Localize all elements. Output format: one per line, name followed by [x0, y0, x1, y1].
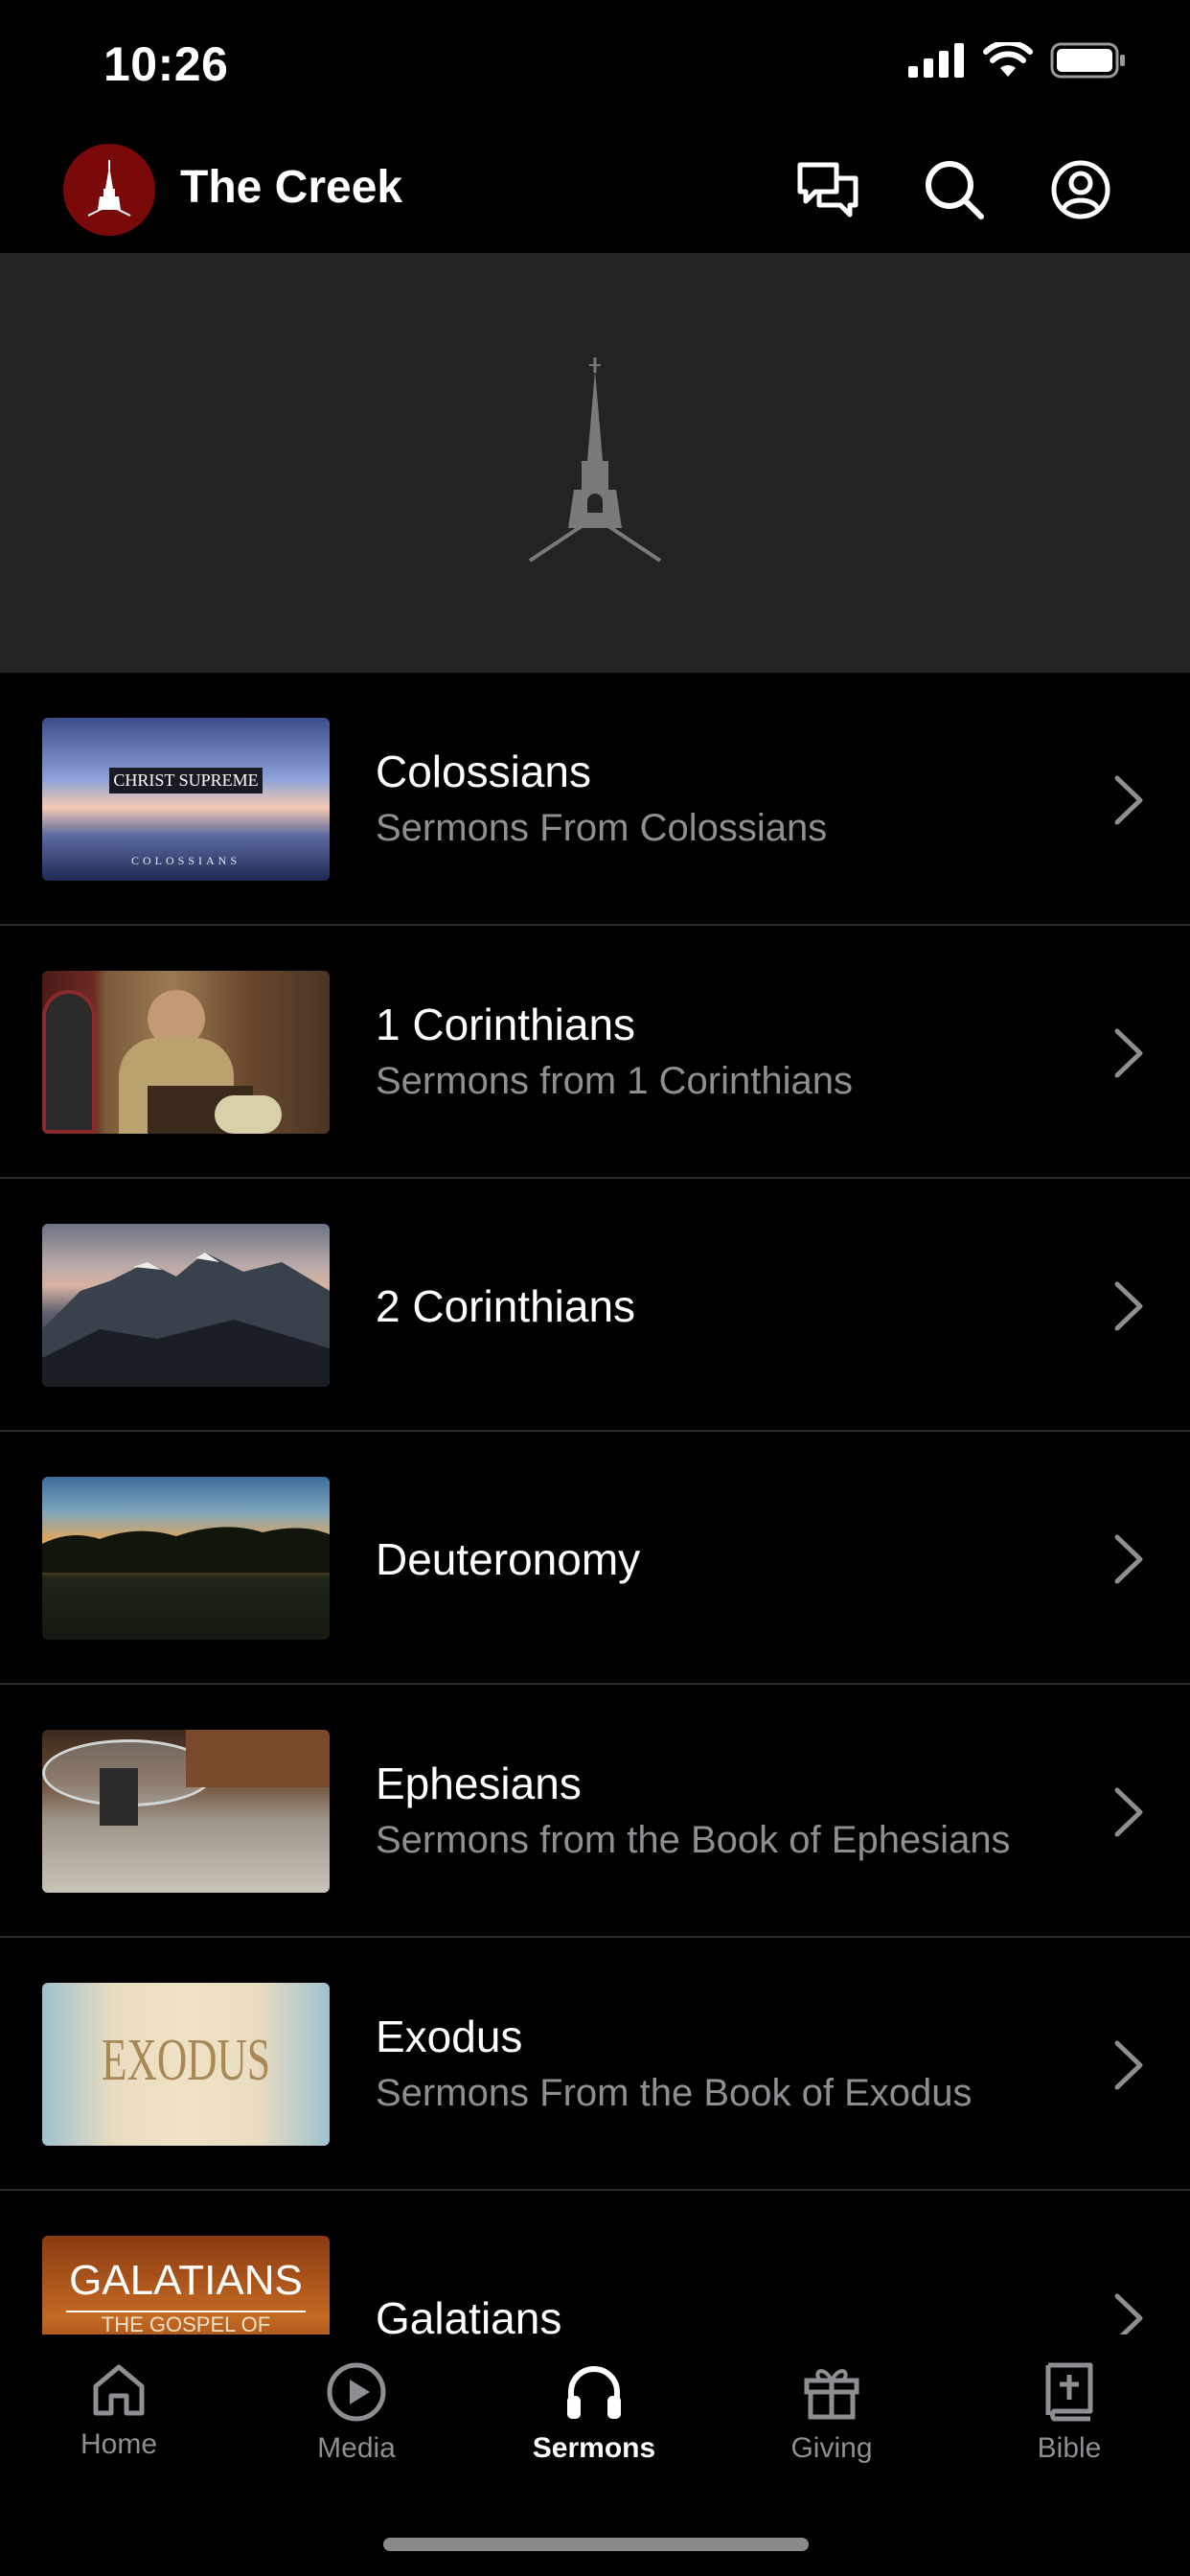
series-subtitle: Sermons from the Book of Ephesians: [376, 1819, 1011, 1861]
sermon-series-row-deuteronomy[interactable]: Deuteronomy: [0, 1432, 1190, 1685]
sermon-series-list: CHRIST SUPREME COLOSSIANS Colossians Ser…: [0, 673, 1190, 2334]
chevron-right-icon: [1114, 2293, 1143, 2334]
chat-button[interactable]: [793, 155, 862, 224]
play-icon: [327, 2362, 386, 2422]
status-time: 10:26: [103, 37, 229, 91]
series-subtitle: Sermons From Colossians: [376, 807, 828, 849]
thumbnail-title-text: EXODUS: [101, 2028, 271, 2093]
chevron-right-icon: [1114, 2040, 1143, 2090]
series-thumbnail-galatians: GALATIANS THE GOSPEL OF GRACE: [42, 2236, 330, 2334]
sermon-series-row-exodus[interactable]: EXODUS Exodus Sermons From the Book of E…: [0, 1938, 1190, 2191]
tab-sermons[interactable]: Sermons: [498, 2361, 690, 2465]
series-title: 2 Corinthians: [376, 1281, 636, 1331]
tab-label: Giving: [790, 2432, 873, 2464]
profile-button[interactable]: [1046, 155, 1115, 224]
home-icon: [93, 2364, 145, 2416]
tab-label: Bible: [1037, 2432, 1102, 2464]
sermon-series-row-colossians[interactable]: CHRIST SUPREME COLOSSIANS Colossians Ser…: [0, 673, 1190, 926]
app-header: The Creek: [0, 130, 1190, 253]
chevron-right-icon: [1114, 1028, 1143, 1078]
chevron-right-icon: [1114, 1787, 1143, 1837]
tab-giving[interactable]: Giving: [736, 2361, 927, 2465]
series-subtitle: Sermons From the Book of Exodus: [376, 2072, 973, 2114]
sermon-series-row-1-corinthians[interactable]: 1 Corinthians Sermons from 1 Corinthians: [0, 926, 1190, 1179]
status-bar: 10:26: [0, 0, 1190, 130]
tab-label: Sermons: [532, 2432, 656, 2464]
series-thumbnail-1-corinthians: [42, 971, 330, 1134]
series-thumbnail-ephesians: [42, 1730, 330, 1893]
search-icon: [926, 161, 984, 219]
thumbnail-title-text: GALATIANS: [69, 2257, 303, 2304]
chevron-right-icon: [1114, 775, 1143, 825]
chevron-right-icon: [1114, 1534, 1143, 1584]
series-thumbnail-colossians: CHRIST SUPREME COLOSSIANS: [42, 718, 330, 881]
thumbnail-subtitle-text: COLOSSIANS: [130, 854, 240, 867]
series-title: 1 Corinthians: [376, 1000, 636, 1049]
steeple-icon: [528, 357, 662, 563]
wifi-icon: [983, 42, 1033, 77]
gift-icon: [804, 2369, 859, 2420]
tab-label: Home: [80, 2428, 158, 2460]
church-banner: [0, 253, 1190, 673]
series-title: Galatians: [376, 2293, 562, 2334]
chevron-right-icon: [1114, 1281, 1143, 1331]
tab-media[interactable]: Media: [261, 2361, 452, 2465]
church-logo[interactable]: [63, 144, 155, 236]
series-title: Exodus: [376, 2012, 523, 2061]
series-title: Deuteronomy: [376, 1534, 641, 1584]
steeple-logo-icon: [87, 160, 131, 217]
tab-home[interactable]: Home: [23, 2361, 215, 2461]
series-thumbnail-2-corinthians: [42, 1224, 330, 1387]
status-icons: [908, 42, 1127, 79]
headphones-icon: [567, 2366, 621, 2419]
home-indicator: [383, 2538, 809, 2551]
bible-icon: [1045, 2362, 1093, 2422]
series-title: Colossians: [376, 747, 591, 796]
thumbnail-title-text: CHRIST SUPREME: [109, 768, 263, 794]
series-thumbnail-deuteronomy: [42, 1477, 330, 1640]
sermon-series-row-ephesians[interactable]: Ephesians Sermons from the Book of Ephes…: [0, 1685, 1190, 1938]
series-title: Ephesians: [376, 1759, 582, 1808]
battery-icon: [1050, 42, 1125, 79]
cellular-signal-icon: [908, 43, 964, 78]
tab-bible[interactable]: Bible: [973, 2361, 1165, 2465]
thumbnail-subtitle-text: THE GOSPEL OF GRACE: [66, 2311, 306, 2334]
app-title: The Creek: [180, 162, 403, 213]
series-thumbnail-exodus: EXODUS: [42, 1983, 330, 2146]
tab-label: Media: [317, 2432, 396, 2464]
sermon-series-row-2-corinthians[interactable]: 2 Corinthians: [0, 1179, 1190, 1432]
account-icon: [1051, 160, 1110, 219]
chat-icon: [797, 162, 858, 218]
sermon-series-row-galatians[interactable]: GALATIANS THE GOSPEL OF GRACE Galatians: [0, 2191, 1190, 2334]
search-button[interactable]: [920, 155, 989, 224]
series-subtitle: Sermons from 1 Corinthians: [376, 1060, 853, 1102]
